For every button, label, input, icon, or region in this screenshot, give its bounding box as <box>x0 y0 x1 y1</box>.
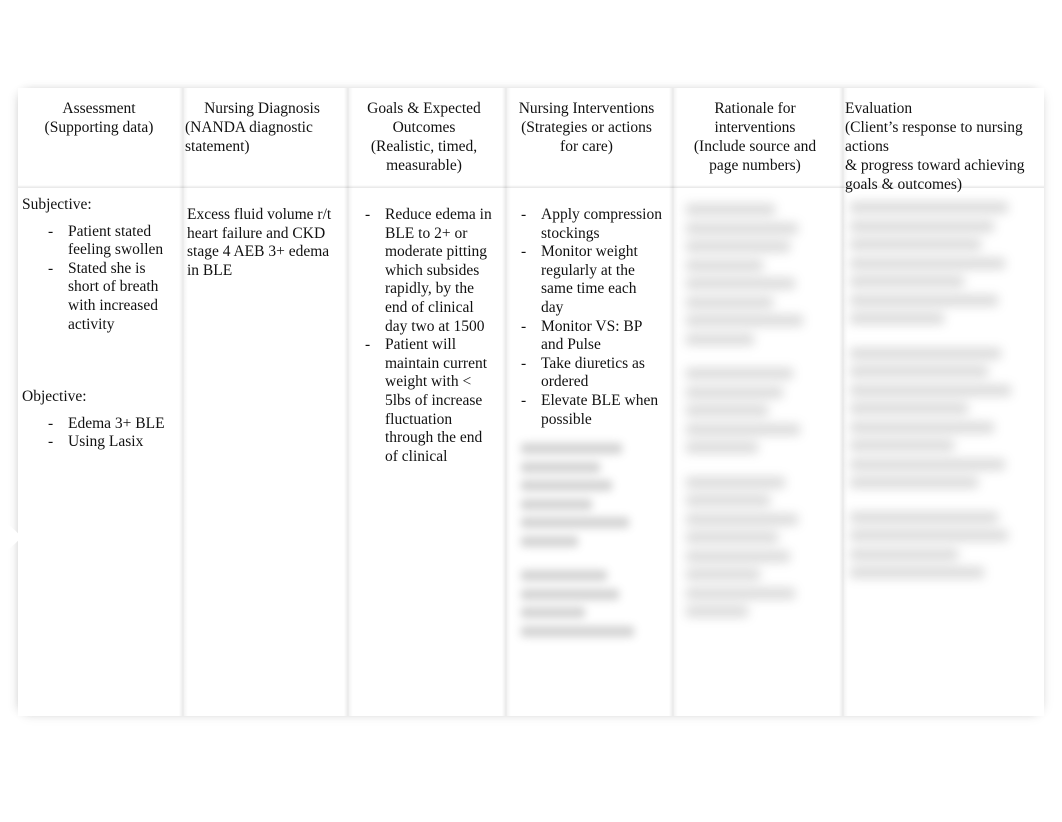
column-header-nursing-interventions: Nursing Interventions (Strategies or act… <box>502 88 670 188</box>
header-line: interventions <box>714 119 796 136</box>
header-cell-nursing-diagnosis: Nursing Diagnosis (NANDA diagnostic stat… <box>180 88 345 156</box>
column-header-assessment: Assessment (Supporting data) <box>18 88 180 188</box>
header-line: (Strategies or actions <box>521 119 652 136</box>
header-line: & progress toward achieving <box>845 157 1025 174</box>
header-line: for care) <box>560 138 613 155</box>
cell-nursing-interventions: Apply compression stockings Monitor weig… <box>503 188 670 716</box>
cell-evaluation <box>840 188 1044 716</box>
table-body-row: Subjective: Patient stated feeling swoll… <box>18 188 1044 716</box>
header-line: (Client’s response to nursing actions <box>845 119 1023 155</box>
list-item: Edema 3+ BLE <box>46 415 172 434</box>
header-line: Goals & Expected <box>367 100 481 117</box>
objective-list: Edema 3+ BLE Using Lasix <box>22 415 172 452</box>
header-line: page numbers) <box>709 157 801 174</box>
nursing-diagnosis-text: Excess fluid volume r/t heart failure an… <box>187 206 332 279</box>
column-body-evaluation <box>839 188 1044 716</box>
cell-nursing-diagnosis: Excess fluid volume r/t heart failure an… <box>180 188 345 716</box>
assessment-spacer <box>22 334 172 388</box>
header-line: Nursing Interventions <box>518 100 655 117</box>
header-cell-rationale: Rationale for interventions (Include sou… <box>670 88 840 175</box>
column-body-assessment: Subjective: Patient stated feeling swoll… <box>18 188 180 716</box>
objective-label: Objective: <box>22 388 87 406</box>
list-item: Apply compression stockings <box>519 206 662 243</box>
header-line: (Supporting data) <box>44 119 154 136</box>
list-item: Elevate BLE when possible <box>519 392 662 429</box>
column-header-nursing-diagnosis: Nursing Diagnosis (NANDA diagnostic stat… <box>179 88 345 188</box>
header-cell-goals-outcomes: Goals & Expected Outcomes (Realistic, ti… <box>345 88 503 175</box>
cell-assessment: Subjective: Patient stated feeling swoll… <box>18 188 180 716</box>
list-item: Monitor VS: BP and Pulse <box>519 318 662 355</box>
header-cell-nursing-interventions: Nursing Interventions (Strategies or act… <box>503 88 670 156</box>
page-canvas: Assessment (Supporting data) Nursing Dia… <box>0 0 1062 822</box>
cell-rationale <box>670 188 840 716</box>
list-item: Patient stated feeling swollen <box>46 223 172 260</box>
header-cell-assessment: Assessment (Supporting data) <box>18 88 180 137</box>
header-cell-evaluation: Evaluation (Client’s response to nursing… <box>840 88 1044 194</box>
column-body-nursing-diagnosis: Excess fluid volume r/t heart failure an… <box>179 188 345 716</box>
list-item: Take diuretics as ordered <box>519 355 662 392</box>
list-item: Stated she is short of breath with incre… <box>46 260 172 334</box>
header-line: (Realistic, timed, <box>370 138 478 155</box>
column-header-evaluation: Evaluation (Client’s response to nursing… <box>839 88 1044 193</box>
column-body-rationale <box>669 188 840 716</box>
cell-goals-outcomes: Reduce edema in BLE to 2+ or moderate pi… <box>345 188 503 716</box>
header-line: statement) <box>185 138 250 155</box>
column-body-nursing-interventions: Apply compression stockings Monitor weig… <box>502 188 670 716</box>
redacted-text-block-evaluation <box>850 202 1018 578</box>
list-item: Monitor weight regularly at the same tim… <box>519 243 662 317</box>
header-line: (NANDA diagnostic <box>185 119 313 136</box>
subjective-list: Patient stated feeling swollen Stated sh… <box>22 223 172 335</box>
interventions-list: Apply compression stockings Monitor weig… <box>507 206 662 429</box>
redacted-text-block-interventions <box>521 443 644 637</box>
care-plan-table: Assessment (Supporting data) Nursing Dia… <box>18 88 1044 716</box>
redacted-text-block-rationale <box>686 204 810 617</box>
column-body-goals-outcomes: Reduce edema in BLE to 2+ or moderate pi… <box>344 188 503 716</box>
header-line: Outcomes <box>392 119 456 136</box>
list-item: Patient will maintain current weight wit… <box>363 336 495 466</box>
header-line: measurable) <box>386 157 462 174</box>
header-line: (Include source and <box>693 138 817 155</box>
header-line: Evaluation <box>845 100 913 117</box>
goals-list: Reduce edema in BLE to 2+ or moderate pi… <box>349 206 495 466</box>
table-header-row: Assessment (Supporting data) Nursing Dia… <box>18 88 1044 193</box>
column-header-goals-outcomes: Goals & Expected Outcomes (Realistic, ti… <box>344 88 503 188</box>
list-item: Reduce edema in BLE to 2+ or moderate pi… <box>363 206 495 336</box>
header-line: Nursing Diagnosis <box>204 100 320 117</box>
header-line: Assessment <box>62 100 136 117</box>
list-item: Using Lasix <box>46 433 172 452</box>
subjective-label: Subjective: <box>22 196 92 213</box>
column-header-rationale: Rationale for interventions (Include sou… <box>669 88 840 188</box>
header-line: Rationale for <box>714 100 796 117</box>
